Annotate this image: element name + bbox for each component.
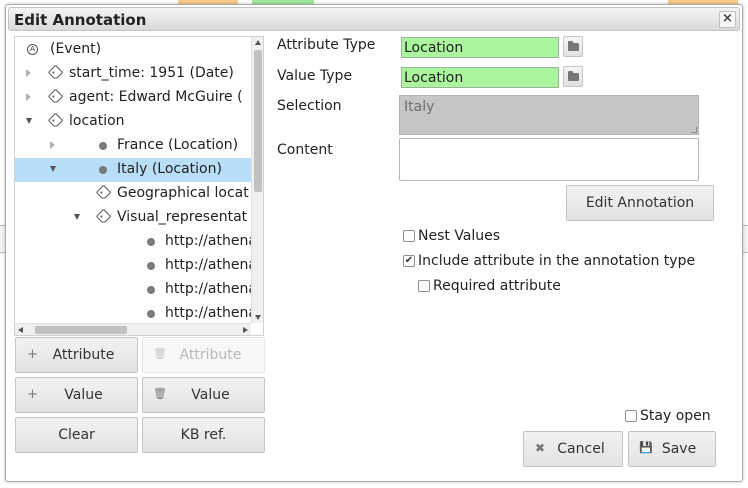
- scroll-down-icon[interactable]: [255, 315, 261, 320]
- collapsed-arrow-icon[interactable]: [26, 69, 31, 77]
- edit-annotation-dialog: Edit Annotation × A (Event) start_time: 19…: [5, 4, 743, 482]
- expanded-arrow-icon[interactable]: [26, 118, 32, 124]
- tree-item[interactable]: agent: Edward McGuire (: [15, 86, 251, 110]
- delete-value-button[interactable]: 🗑 Value: [142, 377, 265, 413]
- close-button[interactable]: ×: [719, 11, 736, 28]
- tree-vertical-scrollbar[interactable]: [251, 37, 263, 323]
- tag-icon: [95, 184, 112, 201]
- required-attribute-label: Required attribute: [433, 278, 561, 294]
- scroll-left-icon[interactable]: [18, 327, 23, 333]
- kb-ref-button[interactable]: KB ref.: [142, 417, 265, 453]
- tag-icon: [47, 88, 64, 105]
- horizontal-scroll-thumb[interactable]: [35, 326, 127, 334]
- tree-item[interactable]: Italy (Location): [15, 158, 251, 182]
- content-label: Content: [277, 142, 333, 158]
- save-button[interactable]: 💾 Save: [628, 431, 716, 467]
- tree-item[interactable]: A (Event): [15, 38, 251, 62]
- add-value-button[interactable]: + Value: [15, 377, 138, 413]
- tree-item-label: http://athena3: [165, 281, 251, 297]
- tree-item-label: Italy (Location): [117, 161, 222, 177]
- scroll-up-icon[interactable]: [255, 40, 261, 45]
- attribute-type-browse-button[interactable]: [563, 36, 583, 57]
- collapsed-arrow-icon[interactable]: [50, 141, 55, 149]
- scroll-right-icon[interactable]: [243, 327, 248, 333]
- selection-value: Italy: [404, 99, 435, 115]
- include-attribute-checkbox[interactable]: ✔: [403, 255, 415, 267]
- selection-field: Italy: [399, 95, 699, 135]
- expanded-arrow-icon[interactable]: [74, 214, 80, 220]
- folder-icon: [568, 41, 579, 51]
- tree-item[interactable]: Visual_representat: [15, 206, 251, 230]
- close-icon[interactable]: ×: [722, 11, 733, 26]
- tag-icon: [47, 112, 64, 129]
- resize-grip-icon[interactable]: [691, 127, 697, 133]
- cancel-button[interactable]: ✖ Cancel: [523, 431, 623, 467]
- bullet-dot-icon: [147, 286, 155, 294]
- tree-item-label: agent: Edward McGuire (: [69, 89, 243, 105]
- tree-item-label: http://athena3: [165, 305, 251, 321]
- tree-item-label: France (Location): [117, 137, 239, 153]
- tag-icon: [47, 64, 64, 81]
- stay-open-label: Stay open: [640, 408, 711, 424]
- value-type-browse-button[interactable]: [563, 66, 583, 87]
- nest-values-label: Nest Values: [418, 228, 501, 244]
- tree-item-label: http://athena3: [165, 257, 251, 273]
- tree-item-label: (Event): [50, 41, 102, 57]
- clear-button[interactable]: Clear: [15, 417, 138, 453]
- vertical-scroll-thumb[interactable]: [254, 50, 262, 192]
- bullet-dot-icon: [99, 166, 107, 174]
- tree-item-label: Visual_representat: [117, 209, 248, 225]
- bullet-dot-icon: [147, 262, 155, 270]
- tree-horizontal-scrollbar[interactable]: [15, 323, 251, 335]
- edit-annotation-button[interactable]: Edit Annotation: [566, 185, 714, 221]
- value-type-label: Value Type: [277, 68, 353, 84]
- tree-item[interactable]: location: [15, 110, 251, 134]
- tree-item[interactable]: start_time: 1951 (Date): [15, 62, 251, 86]
- attribute-tree[interactable]: A (Event) start_time: 1951 (Date) agent: Ed…: [14, 36, 264, 336]
- event-circle-icon: A: [27, 44, 38, 55]
- value-type-input[interactable]: [401, 67, 559, 88]
- tree-item-label: location: [69, 113, 125, 129]
- tree-item[interactable]: http://athena3: [15, 230, 251, 254]
- tree-item[interactable]: http://athena3: [15, 254, 251, 278]
- collapsed-arrow-icon[interactable]: [26, 93, 31, 101]
- include-attribute-label: Include attribute in the annotation type: [418, 253, 696, 269]
- delete-attribute-button[interactable]: 🗑 Attribute: [142, 337, 265, 373]
- tag-icon: [95, 208, 112, 225]
- bullet-dot-icon: [99, 142, 107, 150]
- tree-item-label: http://athena3: [165, 233, 251, 249]
- dialog-titlebar[interactable]: Edit Annotation ×: [8, 7, 740, 31]
- tree-item[interactable]: http://athena3: [15, 278, 251, 302]
- attribute-type-input[interactable]: [401, 37, 559, 58]
- tree-item-label: Geographical locat: [117, 185, 249, 201]
- selection-label: Selection: [277, 98, 342, 114]
- nest-values-checkbox[interactable]: [403, 230, 415, 242]
- tree-item-label: start_time: 1951 (Date): [69, 65, 234, 81]
- content-textarea[interactable]: [399, 138, 699, 181]
- tree-item[interactable]: France (Location): [15, 134, 251, 158]
- expanded-arrow-icon[interactable]: [50, 166, 56, 172]
- add-attribute-button[interactable]: + Attribute: [15, 337, 138, 373]
- folder-icon: [568, 71, 579, 81]
- stay-open-checkbox[interactable]: [625, 410, 637, 422]
- attribute-type-label: Attribute Type: [277, 37, 376, 53]
- required-attribute-checkbox[interactable]: [418, 280, 430, 292]
- tree-item[interactable]: Geographical locat: [15, 182, 251, 206]
- bullet-dot-icon: [147, 310, 155, 318]
- dialog-title: Edit Annotation: [14, 11, 147, 29]
- bullet-dot-icon: [147, 238, 155, 246]
